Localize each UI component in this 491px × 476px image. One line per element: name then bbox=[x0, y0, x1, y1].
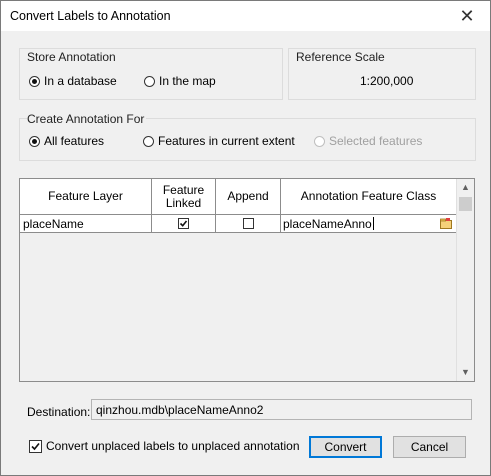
reference-scale-value: 1:200,000 bbox=[360, 74, 414, 88]
checkbox-checked-icon bbox=[29, 439, 42, 453]
radio-selected-features-label: Selected features bbox=[329, 134, 423, 148]
store-annotation-label: Store Annotation bbox=[27, 50, 116, 64]
cell-annotation-class[interactable]: placeNameAnno bbox=[281, 215, 457, 233]
destination-label: Destination: bbox=[27, 405, 91, 419]
dialog-title: Convert Labels to Annotation bbox=[10, 9, 171, 23]
feature-linked-checkbox[interactable] bbox=[178, 218, 189, 229]
reference-scale-label: Reference Scale bbox=[296, 50, 385, 64]
radio-current-extent[interactable]: Features in current extent bbox=[143, 134, 295, 148]
radio-in-map-label: In the map bbox=[159, 74, 216, 88]
header-append[interactable]: Append bbox=[216, 179, 281, 215]
radio-in-map[interactable]: In the map bbox=[144, 74, 216, 88]
scroll-thumb[interactable] bbox=[459, 197, 472, 211]
scroll-up-icon[interactable]: ▲ bbox=[457, 179, 474, 196]
radio-selected-features[interactable]: Selected features bbox=[314, 134, 422, 148]
header-feature-layer[interactable]: Feature Layer bbox=[20, 179, 152, 215]
radio-in-database[interactable]: In a database bbox=[29, 74, 117, 88]
radio-selected-icon bbox=[29, 135, 40, 147]
header-annotation-class[interactable]: Annotation Feature Class bbox=[281, 179, 457, 215]
append-checkbox[interactable] bbox=[242, 218, 254, 229]
radio-disabled-icon bbox=[314, 135, 325, 147]
create-annotation-for-label: Create Annotation For bbox=[27, 112, 147, 126]
convert-unplaced-label: Convert unplaced labels to unplaced anno… bbox=[46, 439, 300, 453]
radio-unselected-icon bbox=[144, 75, 155, 87]
feature-layer-table[interactable]: Feature Layer Feature Linked Append Annot… bbox=[19, 178, 475, 382]
header-feature-linked[interactable]: Feature Linked bbox=[152, 179, 216, 215]
radio-in-database-label: In a database bbox=[44, 74, 117, 88]
text-cursor bbox=[372, 217, 374, 230]
cell-feature-layer[interactable]: placeName bbox=[20, 215, 152, 233]
cell-append[interactable] bbox=[216, 215, 281, 233]
radio-unselected-icon bbox=[143, 135, 154, 147]
convert-labels-dialog: Convert Labels to Annotation ✕ Store Ann… bbox=[0, 0, 491, 476]
check-icon bbox=[179, 220, 188, 227]
check-icon bbox=[31, 442, 40, 450]
browse-folder-icon[interactable] bbox=[440, 218, 452, 232]
table-vertical-scrollbar[interactable]: ▲ ▼ bbox=[456, 179, 474, 381]
radio-all-features-label: All features bbox=[44, 134, 105, 148]
radio-selected-icon bbox=[29, 75, 40, 87]
destination-field[interactable]: qinzhou.mdb\placeNameAnno2 bbox=[91, 399, 472, 420]
title-bar: Convert Labels to Annotation ✕ bbox=[1, 1, 490, 31]
convert-unplaced-checkbox[interactable]: Convert unplaced labels to unplaced anno… bbox=[29, 439, 300, 453]
radio-all-features[interactable]: All features bbox=[29, 134, 104, 148]
close-icon[interactable]: ✕ bbox=[444, 1, 490, 31]
convert-button[interactable]: Convert bbox=[309, 436, 382, 458]
cell-feature-linked[interactable] bbox=[152, 215, 216, 233]
cancel-button[interactable]: Cancel bbox=[393, 436, 466, 458]
scroll-down-icon[interactable]: ▼ bbox=[457, 364, 474, 381]
radio-current-extent-label: Features in current extent bbox=[158, 134, 295, 148]
